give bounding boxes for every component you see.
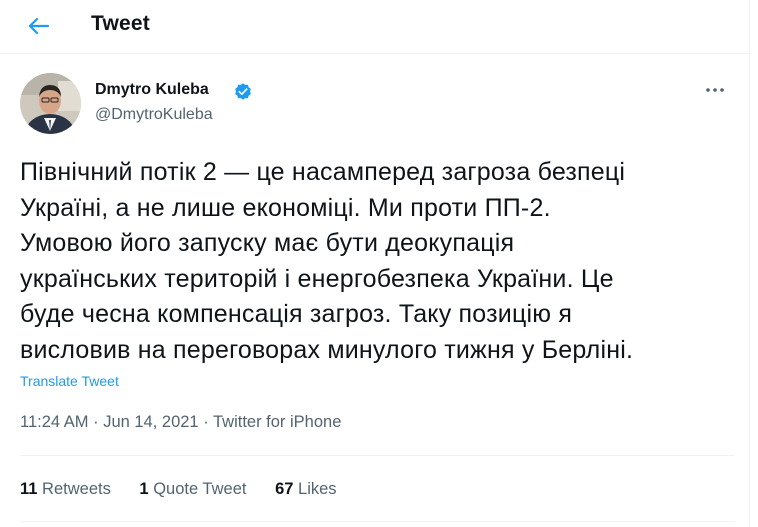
divider <box>20 521 735 522</box>
divider <box>20 455 735 456</box>
tweet-line: українських територій і енергобезпека Ук… <box>20 264 614 293</box>
meta-separator: · <box>203 413 209 431</box>
translate-tweet-link[interactable]: Translate Tweet <box>20 373 119 389</box>
back-button[interactable] <box>22 11 56 41</box>
tweet-line: буде чесна компенсація загроз. Таку пози… <box>20 300 573 328</box>
verified-badge-icon <box>235 83 251 100</box>
tweet-stats: 11 Retweets 1 Quote Tweet 67 Likes <box>20 480 361 499</box>
meta-separator: · <box>93 413 99 431</box>
tweet-line: Північний потік 2 — це насамперед загроз… <box>20 158 626 186</box>
likes-stat[interactable]: 67 Likes <box>275 480 336 498</box>
column-border <box>749 0 750 527</box>
quote-tweets-stat[interactable]: 1 Quote Tweet <box>139 480 246 498</box>
likes-count: 67 <box>275 480 294 498</box>
retweets-count: 11 <box>20 480 38 498</box>
page-title: Tweet <box>91 12 150 35</box>
arrow-left-icon <box>28 17 50 35</box>
quote-tweets-label: Quote Tweet <box>153 480 247 498</box>
more-options-button[interactable] <box>700 80 730 100</box>
avatar[interactable] <box>20 73 81 134</box>
tweet-source[interactable]: Twitter for iPhone <box>213 413 341 431</box>
author-handle[interactable]: @DmytroKuleba <box>95 106 213 124</box>
more-icon <box>706 88 724 92</box>
tweet-date[interactable]: Jun 14, 2021 <box>103 413 198 431</box>
tweet-time[interactable]: 11:24 AM <box>20 413 89 431</box>
tweet-line: Україні, а не лише економіці. Ми проти П… <box>20 193 551 222</box>
tweet-line: Умовою його запуску має бути деокупація <box>20 229 515 257</box>
tweet-text: Північний потік 2 — це насамперед загроз… <box>20 155 735 368</box>
retweets-stat[interactable]: 11 Retweets <box>20 480 111 498</box>
quote-tweets-count: 1 <box>139 480 149 498</box>
tweet-meta: 11:24 AM · Jun 14, 2021 · Twitter for iP… <box>20 413 341 432</box>
retweets-label: Retweets <box>42 480 111 498</box>
tweet-page: Tweet Dmytro Kuleba @DmytroKuleba Північ… <box>0 0 758 527</box>
likes-label: Likes <box>298 480 337 498</box>
page-header: Tweet <box>0 0 749 54</box>
tweet-line: висловив на переговорах минулого тижня у… <box>20 335 634 364</box>
author-name[interactable]: Dmytro Kuleba <box>95 81 209 99</box>
